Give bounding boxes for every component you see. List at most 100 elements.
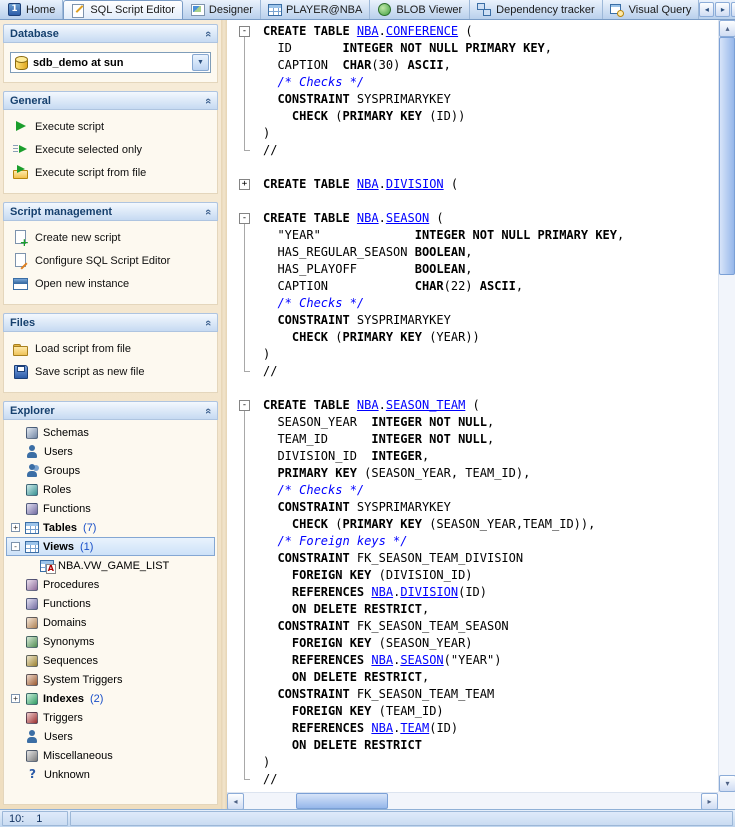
code-line[interactable] — [227, 159, 718, 176]
code-line[interactable]: ON DELETE RESTRICT, — [227, 669, 718, 686]
action-load-script-from-file[interactable]: Load script from file — [4, 337, 217, 360]
close-tab-button[interactable]: × — [731, 2, 735, 17]
code-line[interactable]: /* Checks */ — [227, 482, 718, 499]
tab-scroll-left-button[interactable]: ◂ — [699, 2, 715, 17]
database-combo[interactable]: sdb_demo at sun ▼ — [10, 52, 211, 73]
code-line[interactable]: TEAM_ID INTEGER NOT NULL, — [227, 431, 718, 448]
collapse-chevron-icon[interactable] — [205, 206, 211, 218]
code-line[interactable]: - CREATE TABLE NBA.SEASON_TEAM ( — [227, 397, 718, 414]
tab-blob-viewer[interactable]: BLOB Viewer — [370, 0, 471, 19]
combo-dropdown-button[interactable]: ▼ — [192, 54, 209, 71]
vertical-scroll-track[interactable] — [719, 37, 735, 775]
code-line[interactable]: /* Checks */ — [227, 74, 718, 91]
code-line[interactable]: ON DELETE RESTRICT — [227, 737, 718, 754]
panel-header-files[interactable]: Files — [3, 313, 218, 332]
tree-item-system-triggers[interactable]: System Triggers — [6, 670, 215, 689]
code-line[interactable]: ) — [227, 125, 718, 142]
tree-item-miscellaneous[interactable]: Miscellaneous — [6, 746, 215, 765]
tree-item-roles[interactable]: Roles — [6, 480, 215, 499]
action-create-new-script[interactable]: Create new script — [4, 226, 217, 249]
panel-header-script-management[interactable]: Script management — [3, 202, 218, 221]
scroll-left-button[interactable]: ◂ — [227, 793, 244, 810]
code-line[interactable]: HAS_PLAYOFF BOOLEAN, — [227, 261, 718, 278]
collapse-chevron-icon[interactable] — [205, 405, 211, 417]
tab-scroll-right-button[interactable]: ▸ — [715, 2, 731, 17]
action-execute-selected-only[interactable]: Execute selected only — [4, 138, 217, 161]
tab-home[interactable]: Home — [0, 0, 64, 19]
fold-collapse-icon[interactable]: - — [239, 400, 250, 411]
tree-item-users[interactable]: Users — [6, 442, 215, 461]
code-line[interactable]: /* Checks */ — [227, 295, 718, 312]
expand-box-icon[interactable]: + — [11, 694, 20, 703]
code-line[interactable]: ON DELETE RESTRICT, — [227, 601, 718, 618]
tree-item-indexes[interactable]: + Indexes (2) — [6, 689, 215, 708]
code-line[interactable]: "YEAR" INTEGER NOT NULL PRIMARY KEY, — [227, 227, 718, 244]
collapse-box-icon[interactable]: - — [11, 542, 20, 551]
collapse-chevron-icon[interactable] — [205, 28, 211, 40]
code-line[interactable]: // — [227, 142, 718, 159]
code-area[interactable]: - CREATE TABLE NBA.CONFERENCE ( ID INTEGE… — [227, 20, 718, 792]
code-line[interactable]: CHECK (PRIMARY KEY (ID)) — [227, 108, 718, 125]
code-line[interactable]: CONSTRAINT SYSPRIMARYKEY — [227, 499, 718, 516]
code-line[interactable]: FOREIGN KEY (TEAM_ID) — [227, 703, 718, 720]
action-execute-script[interactable]: Execute script — [4, 115, 217, 138]
code-line[interactable]: CAPTION CHAR(30) ASCII, — [227, 57, 718, 74]
code-line[interactable]: REFERENCES NBA.DIVISION(ID) — [227, 584, 718, 601]
code-line[interactable]: HAS_REGULAR_SEASON BOOLEAN, — [227, 244, 718, 261]
tree-item-views[interactable]: - Views (1) — [6, 537, 215, 556]
code-line[interactable]: FOREIGN KEY (SEASON_YEAR) — [227, 635, 718, 652]
tab-sql-script-editor[interactable]: SQL Script Editor — [63, 0, 183, 19]
code-line[interactable]: CONSTRAINT SYSPRIMARYKEY — [227, 312, 718, 329]
code-line[interactable]: FOREIGN KEY (DIVISION_ID) — [227, 567, 718, 584]
panel-header-database[interactable]: Database — [3, 24, 218, 43]
tree-item-unknown[interactable]: Unknown — [6, 765, 215, 784]
code-line[interactable]: // — [227, 771, 718, 788]
code-line[interactable]: // — [227, 363, 718, 380]
code-line[interactable] — [227, 380, 718, 397]
code-line[interactable]: REFERENCES NBA.TEAM(ID) — [227, 720, 718, 737]
fold-collapse-icon[interactable]: - — [239, 213, 250, 224]
code-line[interactable]: ) — [227, 346, 718, 363]
collapse-chevron-icon[interactable] — [205, 317, 211, 329]
code-line[interactable]: CONSTRAINT SYSPRIMARYKEY — [227, 91, 718, 108]
horizontal-scroll-track[interactable] — [244, 793, 701, 809]
collapse-chevron-icon[interactable] — [205, 95, 211, 107]
tree-item-sequences[interactable]: Sequences — [6, 651, 215, 670]
action-execute-script-from-file[interactable]: Execute script from file — [4, 161, 217, 184]
tree-item-domains[interactable]: Domains — [6, 613, 215, 632]
fold-collapse-icon[interactable]: - — [239, 26, 250, 37]
code-line[interactable]: PRIMARY KEY (SEASON_YEAR, TEAM_ID), — [227, 465, 718, 482]
horizontal-scroll-thumb[interactable] — [296, 793, 388, 809]
code-line[interactable]: CONSTRAINT FK_SEASON_TEAM_TEAM — [227, 686, 718, 703]
fold-expand-icon[interactable]: + — [239, 179, 250, 190]
code-line[interactable]: - CREATE TABLE NBA.SEASON ( — [227, 210, 718, 227]
code-line[interactable]: CHECK (PRIMARY KEY (YEAR)) — [227, 329, 718, 346]
code-line[interactable]: CAPTION CHAR(22) ASCII, — [227, 278, 718, 295]
scroll-up-button[interactable]: ▴ — [719, 20, 735, 37]
expand-box-icon[interactable]: + — [11, 523, 20, 532]
code-line[interactable]: ID INTEGER NOT NULL PRIMARY KEY, — [227, 40, 718, 57]
scroll-right-button[interactable]: ▸ — [701, 793, 718, 810]
tab-designer[interactable]: Designer — [183, 0, 261, 19]
code-line[interactable]: - CREATE TABLE NBA.CONFERENCE ( — [227, 23, 718, 40]
tree-item-functions[interactable]: Functions — [6, 594, 215, 613]
panel-header-general[interactable]: General — [3, 91, 218, 110]
panel-header-explorer[interactable]: Explorer — [3, 401, 218, 420]
code-line[interactable]: CONSTRAINT FK_SEASON_TEAM_DIVISION — [227, 550, 718, 567]
code-line[interactable]: CHECK (PRIMARY KEY (SEASON_YEAR,TEAM_ID)… — [227, 516, 718, 533]
code-line[interactable]: SEASON_YEAR INTEGER NOT NULL, — [227, 414, 718, 431]
tree-item-functions[interactable]: Functions — [6, 499, 215, 518]
code-line[interactable]: DIVISION_ID INTEGER, — [227, 448, 718, 465]
code-line[interactable]: CONSTRAINT FK_SEASON_TEAM_SEASON — [227, 618, 718, 635]
tree-item-schemas[interactable]: Schemas — [6, 423, 215, 442]
tab-visual-query[interactable]: Visual Query — [603, 0, 700, 19]
action-open-new-instance[interactable]: Open new instance — [4, 272, 217, 295]
horizontal-scrollbar[interactable]: ◂ ▸ — [227, 792, 718, 810]
tree-item-tables[interactable]: + Tables (7) — [6, 518, 215, 537]
code-line[interactable] — [227, 193, 718, 210]
vertical-scrollbar[interactable]: ▴ ▾ — [718, 20, 735, 792]
tree-item-users[interactable]: Users — [6, 727, 215, 746]
tree-item-nba-vw-game-list[interactable]: NBA.VW_GAME_LIST — [6, 556, 215, 575]
code-line[interactable]: REFERENCES NBA.SEASON("YEAR") — [227, 652, 718, 669]
tree-item-synonyms[interactable]: Synonyms — [6, 632, 215, 651]
